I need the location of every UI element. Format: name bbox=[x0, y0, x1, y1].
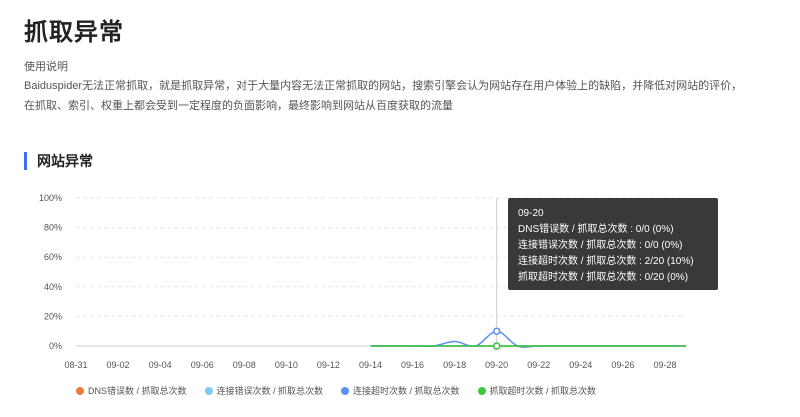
legend-item-dns[interactable]: DNS错误数 / 抓取总次数 bbox=[76, 384, 187, 397]
legend-dot bbox=[341, 386, 350, 395]
legend-dot bbox=[204, 386, 213, 395]
legend-item-crawl-timeout[interactable]: 抓取超时次数 / 抓取总次数 bbox=[477, 384, 597, 397]
tooltip-line-dns: DNS错误数 / 抓取总次数 : 0/0 (0%) bbox=[518, 224, 674, 235]
y-tick-label: 100% bbox=[39, 193, 62, 203]
tooltip-line-connect-error: 连接错误次数 / 抓取总次数 : 0/0 (0%) bbox=[518, 240, 683, 251]
x-tick-label: 09-26 bbox=[611, 360, 634, 370]
x-tick-label: 09-12 bbox=[317, 360, 340, 370]
description-label: 使用说明 bbox=[24, 61, 68, 73]
y-axis: 0% 20% 40% 60% 80% 100% bbox=[39, 193, 62, 351]
section-title: 网站异常 bbox=[24, 152, 93, 170]
x-tick-label: 09-20 bbox=[485, 360, 508, 370]
y-tick-label: 60% bbox=[44, 252, 62, 262]
page-title: 抓取异常 bbox=[24, 19, 124, 46]
tooltip-line-crawl-timeout: 抓取超时次数 / 抓取总次数 : 0/20 (0%) bbox=[518, 272, 689, 283]
x-tick-label: 09-22 bbox=[527, 360, 550, 370]
y-tick-label: 80% bbox=[44, 223, 62, 233]
legend-dot bbox=[76, 386, 84, 395]
x-tick-label: 09-10 bbox=[275, 360, 298, 370]
y-tick-label: 20% bbox=[44, 311, 62, 321]
highlight-point bbox=[492, 342, 501, 350]
x-tick-label: 09-28 bbox=[653, 360, 676, 370]
tooltip-line-connect-timeout: 连接超时次数 / 抓取总次数 : 2/20 (10%) bbox=[518, 256, 694, 267]
chart-legend: DNS错误数 / 抓取总次数 连接错误次数 / 抓取总次数 连接超时次数 / 抓… bbox=[76, 384, 596, 397]
highlight-point bbox=[492, 327, 501, 335]
legend-item-connect-timeout[interactable]: 连接超时次数 / 抓取总次数 bbox=[341, 384, 460, 397]
legend-label: 连接超时次数 / 抓取总次数 bbox=[353, 386, 460, 396]
x-tick-label: 09-06 bbox=[191, 360, 214, 370]
y-tick-label: 40% bbox=[44, 282, 62, 292]
x-tick-label: 09-08 bbox=[233, 360, 256, 370]
x-tick-label: 09-18 bbox=[443, 360, 466, 370]
series bbox=[370, 330, 686, 348]
legend-item-connect-error[interactable]: 连接错误次数 / 抓取总次数 bbox=[204, 384, 324, 397]
x-axis: 08-31 09-02 09-04 09-06 09-08 09-10 09-12 09-14… bbox=[64, 360, 676, 370]
y-tick-label: 0% bbox=[49, 341, 62, 351]
x-tick-label: 09-02 bbox=[107, 360, 130, 370]
x-tick-label: 09-24 bbox=[569, 360, 592, 370]
legend-dot bbox=[477, 386, 486, 395]
x-tick-label: 09-16 bbox=[401, 360, 424, 370]
tooltip-date: 09-20 bbox=[518, 208, 544, 219]
description-text: Baiduspider无法正常抓取，就是抓取异常，对于大量内容无法正常抓取的网站… bbox=[24, 80, 743, 112]
legend-label: 连接错误次数 / 抓取总次数 bbox=[216, 386, 324, 396]
chart-tooltip: 09-20 DNS错误数 / 抓取总次数 : 0/0 (0%) 连接错误次数 /… bbox=[508, 198, 718, 290]
highlight bbox=[492, 198, 501, 350]
legend-label: DNS错误数 / 抓取总次数 bbox=[88, 386, 187, 396]
x-tick-label: 09-04 bbox=[149, 360, 172, 370]
x-tick-label: 09-14 bbox=[359, 360, 382, 370]
x-tick-label: 08-31 bbox=[64, 360, 87, 370]
series-line bbox=[370, 330, 686, 348]
legend-label: 抓取超时次数 / 抓取总次数 bbox=[489, 386, 597, 396]
